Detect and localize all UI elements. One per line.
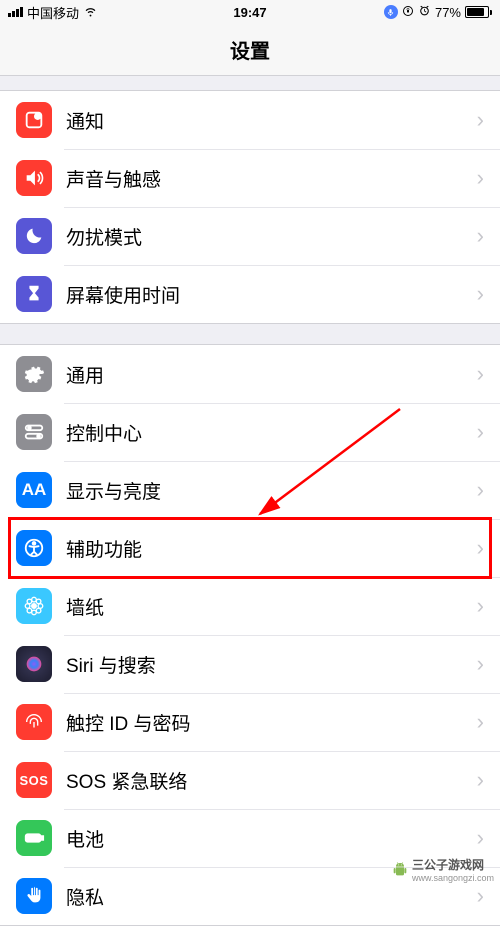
chevron-right-icon: › <box>477 709 484 735</box>
wifi-icon <box>83 3 98 21</box>
row-sounds[interactable]: 声音与触感› <box>0 149 500 207</box>
alarm-icon <box>418 4 431 20</box>
row-wallpaper[interactable]: 墙纸› <box>0 577 500 635</box>
hand-icon <box>16 878 52 914</box>
row-label: 屏幕使用时间 <box>66 281 477 308</box>
gear-icon <box>16 356 52 392</box>
page-title: 设置 <box>230 35 270 64</box>
row-notifications[interactable]: 通知› <box>0 91 500 149</box>
status-left: 中国移动 <box>8 3 98 22</box>
row-screentime[interactable]: 屏幕使用时间› <box>0 265 500 323</box>
row-label: 勿扰模式 <box>66 223 477 250</box>
row-label: 墙纸 <box>66 593 477 620</box>
accessibility-icon <box>16 530 52 566</box>
row-control-center[interactable]: 控制中心› <box>0 403 500 461</box>
status-right: 77% <box>384 4 492 20</box>
status-time: 19:47 <box>233 5 266 20</box>
aa-icon: AA <box>16 472 52 508</box>
chevron-right-icon: › <box>477 281 484 307</box>
chevron-right-icon: › <box>477 477 484 503</box>
row-label: Siri 与搜索 <box>66 651 477 678</box>
carrier-label: 中国移动 <box>27 3 79 22</box>
chevron-right-icon: › <box>477 651 484 677</box>
battery-icon <box>465 6 492 18</box>
row-siri[interactable]: Siri 与搜索› <box>0 635 500 693</box>
status-bar: 中国移动 19:47 77% <box>0 0 500 24</box>
row-label: 电池 <box>66 825 477 852</box>
notifications-icon <box>16 102 52 138</box>
row-touchid[interactable]: 触控 ID 与密码› <box>0 693 500 751</box>
row-label: 辅助功能 <box>66 535 477 562</box>
watermark-text: 三公子游戏网 <box>412 856 494 873</box>
sos-icon: SOS <box>16 762 52 798</box>
lock-icon <box>402 5 414 20</box>
row-sos[interactable]: SOS SOS 紧急联络› <box>0 751 500 809</box>
row-label: 隐私 <box>66 883 477 910</box>
chevron-right-icon: › <box>477 419 484 445</box>
chevron-right-icon: › <box>477 535 484 561</box>
android-icon <box>392 862 408 878</box>
watermark: 三公子游戏网 www.sangongzi.com <box>392 856 494 883</box>
moon-icon <box>16 218 52 254</box>
row-label: 通用 <box>66 361 477 388</box>
chevron-right-icon: › <box>477 593 484 619</box>
chevron-right-icon: › <box>477 767 484 793</box>
voice-input-icon <box>384 5 398 19</box>
row-label: 通知 <box>66 107 477 134</box>
flower-icon <box>16 588 52 624</box>
watermark-url: www.sangongzi.com <box>412 873 494 883</box>
row-label: 声音与触感 <box>66 165 477 192</box>
switches-icon <box>16 414 52 450</box>
battery-icon <box>16 820 52 856</box>
siri-icon <box>16 646 52 682</box>
fingerprint-icon <box>16 704 52 740</box>
row-label: 控制中心 <box>66 419 477 446</box>
hourglass-icon <box>16 276 52 312</box>
chevron-right-icon: › <box>477 825 484 851</box>
row-accessibility[interactable]: 辅助功能› <box>0 519 500 577</box>
chevron-right-icon: › <box>477 361 484 387</box>
chevron-right-icon: › <box>477 107 484 133</box>
row-label: 显示与亮度 <box>66 477 477 504</box>
row-display[interactable]: AA 显示与亮度› <box>0 461 500 519</box>
signal-bars-icon <box>8 7 23 17</box>
row-label: 触控 ID 与密码 <box>66 709 477 736</box>
row-general[interactable]: 通用› <box>0 345 500 403</box>
chevron-right-icon: › <box>477 883 484 909</box>
battery-percent: 77% <box>435 5 461 20</box>
chevron-right-icon: › <box>477 223 484 249</box>
speaker-icon <box>16 160 52 196</box>
chevron-right-icon: › <box>477 165 484 191</box>
row-dnd[interactable]: 勿扰模式› <box>0 207 500 265</box>
row-label: SOS 紧急联络 <box>66 767 477 794</box>
nav-bar: 设置 <box>0 24 500 76</box>
